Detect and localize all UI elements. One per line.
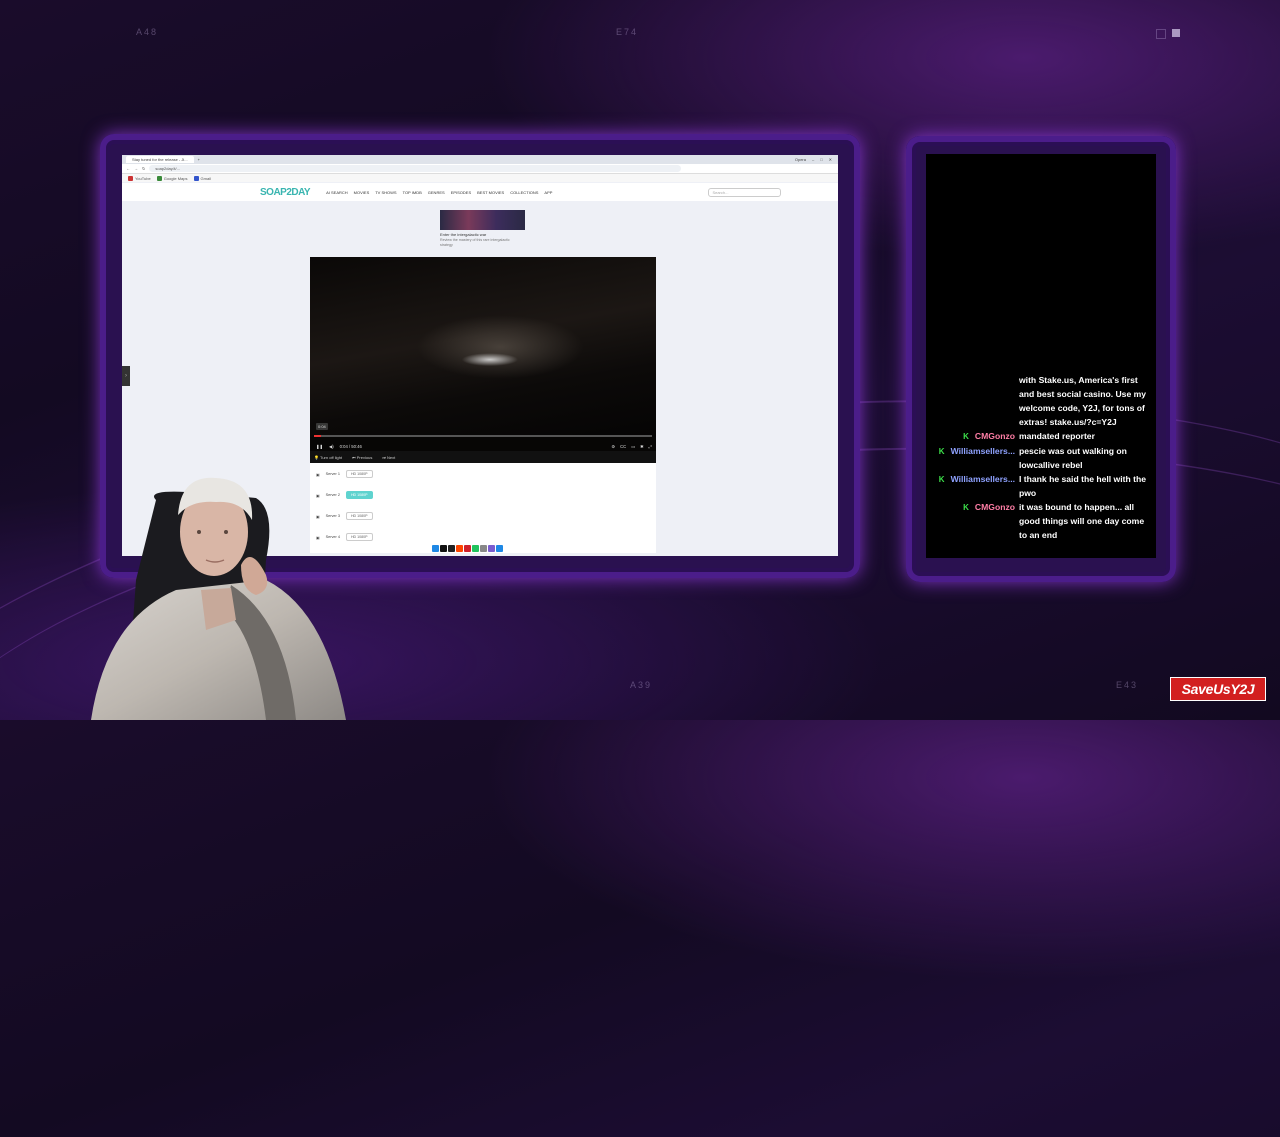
chat-message: with Stake.us, America's first and best … [930,373,1154,429]
nav-tv-shows[interactable]: TV SHOWS [375,190,396,195]
browser-tab-bar: Stay tuned for the release - Ji... + Ope… [122,155,838,164]
site-search-input[interactable]: Search... [708,187,782,197]
player-controls: ❚❚ ◀) 0:04 / 50:46 ⚙ CC ▭ ✱ ⤢ [316,441,652,451]
chat-text: mandated reporter [1019,431,1095,441]
more-share-icon[interactable] [496,545,503,552]
bookmark-item[interactable]: Google Maps [156,175,188,181]
nav-genres[interactable]: GENRES [428,190,445,195]
chat-text: with Stake.us, America's first and best … [1019,375,1147,427]
chat-text: pescie was out walking on lowcallive reb… [1019,446,1127,470]
window-app-label: Opera [794,157,806,162]
chat-username[interactable]: CMGonzo [975,431,1015,441]
site-header: SOAP2DAY AI SEARCH MOVIES TV SHOWS TOP I… [122,183,838,201]
time-display: 0:04 / 50:46 [339,443,362,449]
watermark-badge: SaveUsY2J [1170,677,1266,701]
webcam-streamer [91,477,346,720]
kick-badge-icon: K [963,432,969,441]
promo-thumbnail[interactable] [440,210,525,230]
pause-icon[interactable]: ❚❚ [316,444,323,449]
share-buttons [432,545,503,552]
promo-title[interactable]: Enter the intergalactic war [440,232,486,237]
chat-author: K Williamsellers... [930,444,1019,472]
nav-best-movies[interactable]: BEST MOVIES [477,190,504,195]
new-tab-icon[interactable]: + [198,157,200,162]
messenger-share-icon[interactable] [432,545,439,552]
chat-message: K CMGonzo mandated reporter [930,429,1154,444]
settings-icon[interactable]: ⚙ [611,444,615,449]
square-outline-icon [1156,29,1166,39]
chat-text: I thank he said the hell with the pwo [1019,474,1147,498]
square-filled-icon [1172,29,1180,37]
seek-bar[interactable] [314,435,652,437]
nav-episodes[interactable]: EPISODES [451,190,471,195]
gear-icon[interactable]: ✱ [640,444,644,449]
chat-username[interactable]: Williamsellers... [951,446,1015,456]
seek-bar-fill [314,435,321,437]
corner-label-bottom-right: E43 [1116,680,1139,690]
site-logo[interactable]: SOAP2DAY [260,187,311,198]
nav-top-imdb[interactable]: TOP IMDB [403,190,422,195]
x-share-icon[interactable] [440,545,447,552]
maximize-icon[interactable]: □ [820,157,822,162]
fullscreen-icon[interactable]: ⤢ [649,444,652,449]
threads-share-icon[interactable] [448,545,455,552]
volume-icon[interactable]: ◀) [329,444,334,449]
reddit-share-icon[interactable] [456,545,463,552]
bookmarks-bar: YouTube Google Maps Gmail [122,174,838,182]
sidebar-toggle-handle[interactable]: › [122,366,130,386]
previous-button[interactable]: ⏮ Previous [352,455,372,460]
chat-author [930,373,1019,429]
reload-icon[interactable]: ↻ [142,166,145,171]
browser-tab[interactable]: Stay tuned for the release - Ji... [126,156,194,163]
promo-description: Review the mastery of this rare intergal… [440,238,510,247]
kick-badge-icon: K [938,447,945,456]
nav-movies[interactable]: MOVIES [354,190,370,195]
kick-badge-icon: K [938,475,945,484]
corner-label-top-left: A48 [136,27,159,37]
chat-username[interactable]: CMGonzo [975,502,1015,512]
bookmark-item[interactable]: Gmail [193,175,211,181]
pip-icon[interactable]: ▭ [631,444,635,449]
chat-author: K CMGonzo [930,500,1019,542]
player-options-bar: 💡 Turn off light ⏮ Previous ⏭ Next [310,451,656,463]
close-icon[interactable]: ✕ [829,157,832,162]
turn-off-light-button[interactable]: 💡 Turn off light [314,455,342,460]
whatsapp-share-icon[interactable] [472,545,479,552]
next-button[interactable]: ⏭ Next [382,455,395,460]
chat-message: K CMGonzo it was bound to happen... all go… [930,500,1154,542]
kick-badge-icon: K [963,503,969,512]
corner-label-top-center: E74 [616,27,639,37]
chat-message: K Williamsellers... I thank he said the he… [930,472,1154,500]
chat-author: K CMGonzo [930,429,1019,444]
seek-time-tooltip: 0:04 [316,423,328,430]
forward-icon[interactable]: → [134,166,138,171]
video-frame[interactable] [310,257,656,437]
window-controls: Opera – □ ✕ [795,157,838,162]
nav-app[interactable]: APP [544,190,552,195]
browser-toolbar: ← → ↻ soap2day.lt/... [122,164,838,174]
chat-author: K Williamsellers... [930,472,1019,500]
back-icon[interactable]: ← [126,166,130,171]
chat-messages: with Stake.us, America's first and best … [930,373,1154,542]
nav-collections[interactable]: COLLECTIONS [510,190,538,195]
captions-icon[interactable]: CC [620,444,626,449]
sms-share-icon[interactable] [488,545,495,552]
address-bar[interactable]: soap2day.lt/... [149,165,682,172]
chat-message: K Williamsellers... pescie was out walking… [930,444,1154,472]
email-share-icon[interactable] [480,545,487,552]
nav-ai-search[interactable]: AI SEARCH [326,190,348,195]
corner-label-bottom-center: A39 [630,680,653,690]
server-list: ▣ Server 1 HD 1080P ▣ Server 2 HD 1080P … [310,463,656,553]
chat-username[interactable]: Williamsellers... [951,474,1015,484]
bookmark-item[interactable]: YouTube [128,175,151,181]
minimize-icon[interactable]: – [812,157,814,162]
pinterest-share-icon[interactable] [464,545,471,552]
video-player[interactable]: 0:04 ❚❚ ◀) 0:04 / 50:46 ⚙ CC ▭ ✱ ⤢ [310,257,656,463]
chat-text: it was bound to happen... all good thing… [1019,502,1145,540]
